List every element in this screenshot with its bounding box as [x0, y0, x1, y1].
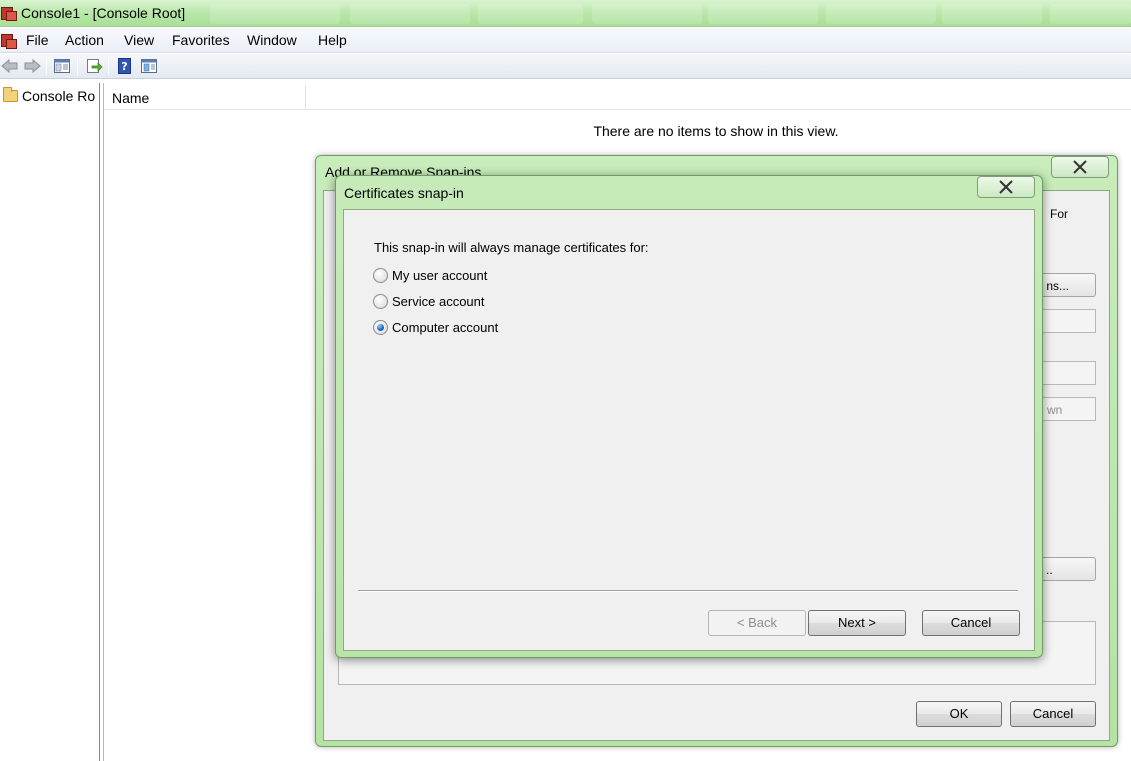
background-tab-ghost: [592, 4, 702, 24]
next-button[interactable]: Next >: [808, 610, 906, 636]
empty-list-message: There are no items to show in this view.: [593, 123, 839, 139]
menu-window[interactable]: Window: [247, 32, 297, 48]
list-column-header: Name: [104, 86, 1131, 110]
help-icon[interactable]: ?: [115, 56, 135, 76]
inner-cancel-button[interactable]: Cancel: [922, 610, 1020, 636]
menu-bar: File Action View Favorites Window Help: [0, 28, 1131, 53]
back-button[interactable]: < Back: [708, 610, 806, 636]
window-title: Console1 - [Console Root]: [21, 5, 186, 21]
outer-close-button[interactable]: [1051, 156, 1109, 178]
background-tab-ghost: [210, 4, 340, 24]
menu-file[interactable]: File: [26, 32, 49, 48]
background-tab-ghost: [826, 4, 936, 24]
advanced-label: ..: [1046, 563, 1053, 577]
radio-option-my-user-account[interactable]: My user account: [373, 266, 487, 284]
radio-label: Computer account: [392, 319, 499, 335]
radio-option-computer-account[interactable]: Computer account: [373, 318, 498, 336]
toolbar-separator: [108, 57, 109, 75]
instruction-text: This snap-in will always manage certific…: [374, 240, 649, 255]
radio-button-selected[interactable]: [373, 319, 388, 335]
column-header-name[interactable]: Name: [104, 86, 306, 110]
close-icon: [999, 180, 1013, 194]
background-tab-ghost: [1050, 4, 1131, 24]
certificates-snapin-dialog: Certificates snap-in This snap-in will a…: [335, 175, 1043, 658]
svg-text:?: ?: [121, 60, 127, 73]
move-down-label: wn: [1047, 403, 1063, 417]
main-title-bar[interactable]: Console1 - [Console Root]: [0, 0, 1131, 27]
show-hide-console-tree-icon[interactable]: [52, 56, 72, 76]
folder-icon: [3, 87, 18, 102]
toolbar-separator: [77, 57, 78, 75]
menu-help[interactable]: Help: [318, 32, 347, 48]
tree-item-label: Console Ro: [22, 88, 96, 104]
inner-dialog-title: Certificates snap-in: [344, 185, 464, 201]
menu-favorites[interactable]: Favorites: [172, 32, 230, 48]
back-arrow-icon[interactable]: [0, 56, 20, 76]
export-list-icon[interactable]: [84, 56, 104, 76]
mmc-app-icon[interactable]: [1, 4, 18, 22]
toolbar: ?: [0, 54, 1131, 79]
radio-button[interactable]: [373, 293, 388, 309]
outer-partial-for-text: For: [1050, 207, 1068, 221]
radio-label: My user account: [392, 267, 488, 283]
toolbar-separator: [46, 57, 47, 75]
edit-extensions-label: ns...: [1046, 279, 1069, 293]
background-tab-ghost: [478, 4, 583, 24]
background-tab-ghost: [942, 4, 1042, 24]
radio-label: Service account: [392, 293, 485, 309]
show-hide-action-pane-icon[interactable]: [139, 56, 159, 76]
background-tab-ghost: [708, 4, 818, 24]
background-tab-ghost: [350, 4, 470, 24]
ok-button[interactable]: OK: [916, 701, 1002, 727]
button-divider: [358, 590, 1018, 592]
radio-button[interactable]: [373, 267, 388, 283]
forward-arrow-icon[interactable]: [22, 56, 42, 76]
outer-cancel-button[interactable]: Cancel: [1010, 701, 1096, 727]
radio-option-service-account[interactable]: Service account: [373, 292, 485, 310]
tree-item-console-root[interactable]: Console Ro: [3, 87, 99, 107]
inner-dialog-content: This snap-in will always manage certific…: [343, 209, 1035, 651]
console-menu-icon[interactable]: [0, 31, 19, 50]
menu-action[interactable]: Action: [65, 32, 104, 48]
console-tree-pane[interactable]: Console Ro: [0, 83, 100, 761]
menu-view[interactable]: View: [124, 32, 154, 48]
inner-close-button[interactable]: [977, 176, 1035, 198]
close-icon: [1073, 160, 1087, 174]
